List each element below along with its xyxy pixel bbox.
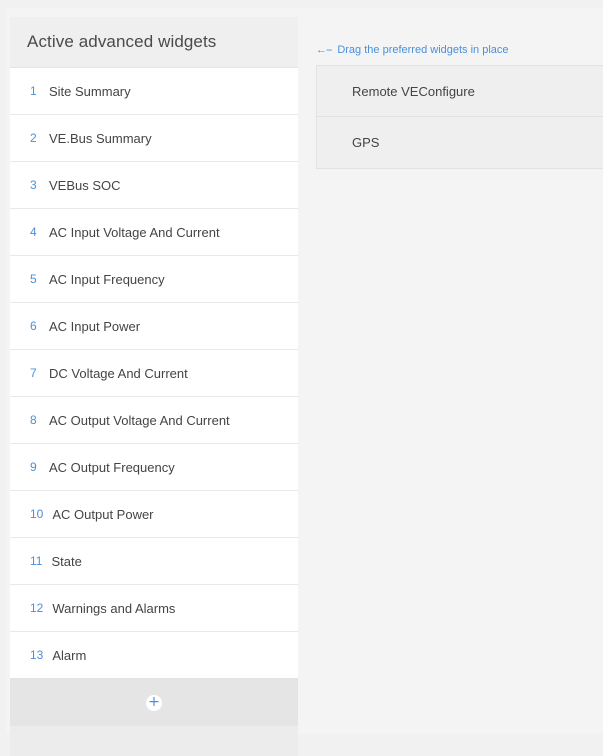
widget-number: 5 — [30, 272, 37, 286]
widget-label: Warnings and Alarms — [52, 600, 176, 616]
widget-label: Alarm — [52, 647, 87, 663]
widget-item-ac-input-voltage-current[interactable]: 4 AC Input Voltage And Current — [10, 208, 298, 255]
widget-label: Site Summary — [49, 83, 131, 99]
widget-label: AC Input Frequency — [49, 271, 165, 287]
panel-footer — [10, 726, 298, 756]
widget-label: VE.Bus Summary — [49, 130, 152, 146]
widget-number: 1 — [30, 84, 37, 98]
add-widget-bar: + — [10, 678, 298, 726]
widget-label: AC Input Voltage And Current — [49, 224, 220, 240]
widget-item-ac-output-frequency[interactable]: 9 AC Output Frequency — [10, 443, 298, 490]
widget-number: 11 — [30, 554, 43, 568]
widget-label: AC Output Power — [52, 506, 154, 522]
widget-item-alarm[interactable]: 13 Alarm — [10, 631, 298, 678]
arrow-left-icon: ←-- — [316, 44, 332, 56]
widget-item-ac-output-voltage-current[interactable]: 8 AC Output Voltage And Current — [10, 396, 298, 443]
widget-label: AC Input Power — [49, 318, 141, 334]
widget-item-warnings-alarms[interactable]: 12 Warnings and Alarms — [10, 584, 298, 631]
widget-number: 9 — [30, 460, 37, 474]
widget-label: AC Output Voltage And Current — [49, 412, 230, 428]
widget-number: 3 — [30, 178, 37, 192]
widget-item-ac-output-power[interactable]: 10 AC Output Power — [10, 490, 298, 537]
widget-number: 7 — [30, 366, 37, 380]
widget-item-dc-voltage-current[interactable]: 7 DC Voltage And Current — [10, 349, 298, 396]
active-widgets-panel: Active advanced widgets 1 Site Summary 2… — [10, 17, 298, 756]
widget-number: 13 — [30, 648, 44, 662]
widget-item-ac-input-frequency[interactable]: 5 AC Input Frequency — [10, 255, 298, 302]
available-item-remote-veconfigure[interactable]: Remote VEConfigure — [316, 65, 603, 117]
widget-number: 2 — [30, 131, 37, 145]
widget-label: State — [51, 553, 82, 569]
widget-number: 6 — [30, 319, 37, 333]
widget-number: 8 — [30, 413, 37, 427]
widget-item-site-summary[interactable]: 1 Site Summary — [10, 67, 298, 114]
widget-item-vebus-summary[interactable]: 2 VE.Bus Summary — [10, 114, 298, 161]
widget-item-vebus-soc[interactable]: 3 VEBus SOC — [10, 161, 298, 208]
available-item-gps[interactable]: GPS — [316, 117, 603, 169]
available-widget-list: Remote VEConfigure GPS — [316, 65, 603, 169]
active-panel-title: Active advanced widgets — [27, 32, 217, 51]
widget-item-ac-input-power[interactable]: 6 AC Input Power — [10, 302, 298, 349]
widget-label: VEBus SOC — [49, 177, 121, 193]
widget-number: 4 — [30, 225, 37, 239]
available-widgets-panel: ←-- Drag the preferred widgets in place R… — [298, 17, 603, 734]
widget-label: DC Voltage And Current — [49, 365, 188, 381]
widget-item-state[interactable]: 11 State — [10, 537, 298, 584]
widget-label: AC Output Frequency — [49, 459, 175, 475]
drag-hint: ←-- Drag the preferred widgets in place — [316, 44, 509, 56]
active-panel-header: Active advanced widgets — [10, 17, 298, 67]
drag-hint-text: Drag the preferred widgets in place — [337, 44, 509, 56]
widget-number: 12 — [30, 601, 44, 615]
plus-icon[interactable]: + — [146, 694, 162, 711]
widget-number: 10 — [30, 507, 44, 521]
active-widget-list: 1 Site Summary 2 VE.Bus Summary 3 VEBus … — [10, 67, 298, 678]
